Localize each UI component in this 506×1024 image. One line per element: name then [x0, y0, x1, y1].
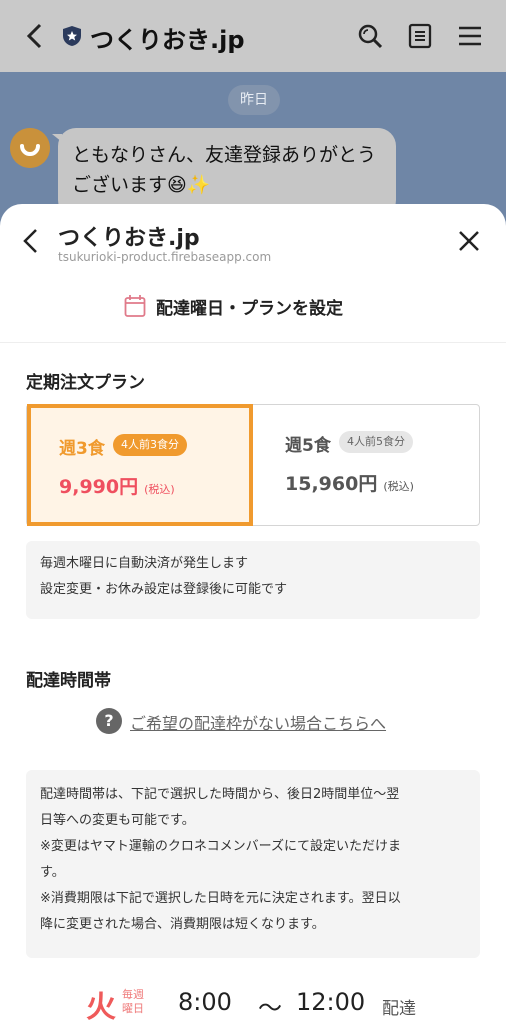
delivery-info: 配達時間帯は、下記で選択した時間から、後日2時間単位〜翌 日等への変更も可能です…: [26, 770, 480, 958]
calendar-icon: [124, 295, 146, 317]
plan-price: 9,990円 (税込): [59, 472, 175, 499]
info-line: ※消費期限は下記で選択した日時を元に決定されます。翌日以: [40, 891, 401, 906]
message-line: ともなりさん、友達登録ありがとう: [72, 144, 377, 166]
weekly-line: 毎週: [122, 988, 144, 1001]
delivery-day: 火: [86, 990, 116, 1024]
delivery-section-title: 配達時間帯: [26, 671, 111, 691]
time-end: 12:00: [296, 988, 366, 1016]
help-icon: ?: [96, 708, 122, 734]
plan-selector: 週3食 4人前3食分 9,990円 (税込) 週5食 4人前5食分 15,960円…: [26, 404, 480, 526]
divider: [0, 342, 506, 343]
plan-badge: 4人前3食分: [113, 434, 187, 456]
info-line: ※変更はヤマト運輸のクロネコメンバーズにて設定いただけま: [40, 839, 401, 854]
avatar-smile-icon: [10, 128, 50, 168]
plan-price-value: 15,960円: [285, 473, 378, 495]
delivery-time-row[interactable]: 火 毎週 曜日 8:00 〜 12:00 配達: [0, 982, 506, 1024]
info-line: 降に変更された場合、消費期限は短くなります。: [40, 917, 325, 932]
note-line: 設定変更・お休み設定は登録後に可能です: [40, 582, 288, 597]
plan-badge: 4人前5食分: [339, 431, 413, 453]
close-icon[interactable]: [458, 230, 480, 252]
plan-price-value: 9,990円: [59, 476, 139, 498]
search-icon[interactable]: [356, 22, 384, 50]
time-separator: 〜: [258, 994, 282, 1022]
plan-option-5-meals[interactable]: 週5食 4人前5食分 15,960円 (税込): [253, 405, 479, 525]
back-icon[interactable]: [20, 228, 42, 254]
sheet-url: tsukurioki-product.firebaseapp.com: [58, 250, 272, 264]
weekly-line: 曜日: [122, 1002, 144, 1015]
plan-tax: (税込): [144, 483, 175, 496]
time-start: 8:00: [178, 988, 232, 1016]
avatar[interactable]: [10, 128, 50, 168]
plan-name: 週3食: [59, 439, 105, 459]
help-link[interactable]: ご希望の配達枠がない場合こちらへ: [130, 710, 386, 734]
info-line: す。: [40, 865, 65, 880]
app-header: つくりおき.jp: [0, 0, 506, 72]
bottom-sheet: つくりおき.jp tsukurioki-product.firebaseapp.…: [0, 204, 506, 1024]
plan-option-3-meals[interactable]: 週3食 4人前3食分 9,990円 (税込): [27, 404, 253, 526]
plan-name: 週5食: [285, 436, 331, 456]
info-line: 日等への変更も可能です。: [40, 813, 195, 828]
plan-note: 毎週木曜日に自動決済が発生します 設定変更・お休み設定は登録後に可能です: [26, 541, 480, 619]
back-icon[interactable]: [22, 22, 48, 50]
info-line: 配達時間帯は、下記で選択した時間から、後日2時間単位〜翌: [40, 787, 400, 802]
plan-tax: (税込): [383, 480, 414, 493]
plan-price: 15,960円 (税込): [285, 469, 414, 496]
date-chip: 昨日: [228, 85, 280, 115]
shield-icon: [63, 26, 81, 46]
app-title: つくりおき.jp: [90, 26, 245, 54]
settings-label: 配達曜日・プランを設定: [156, 299, 343, 319]
message-line: ございます😆✨: [72, 174, 211, 196]
weekly-label: 毎週 曜日: [122, 988, 144, 1016]
settings-heading: 配達曜日・プランを設定: [0, 290, 506, 334]
menu-icon[interactable]: [456, 22, 484, 50]
plan-section-title: 定期注文プラン: [26, 373, 145, 393]
notes-icon[interactable]: [406, 22, 434, 50]
note-line: 毎週木曜日に自動決済が発生します: [40, 556, 249, 571]
delivery-suffix: 配達: [382, 999, 416, 1019]
sheet-title: つくりおき.jp: [58, 226, 200, 251]
